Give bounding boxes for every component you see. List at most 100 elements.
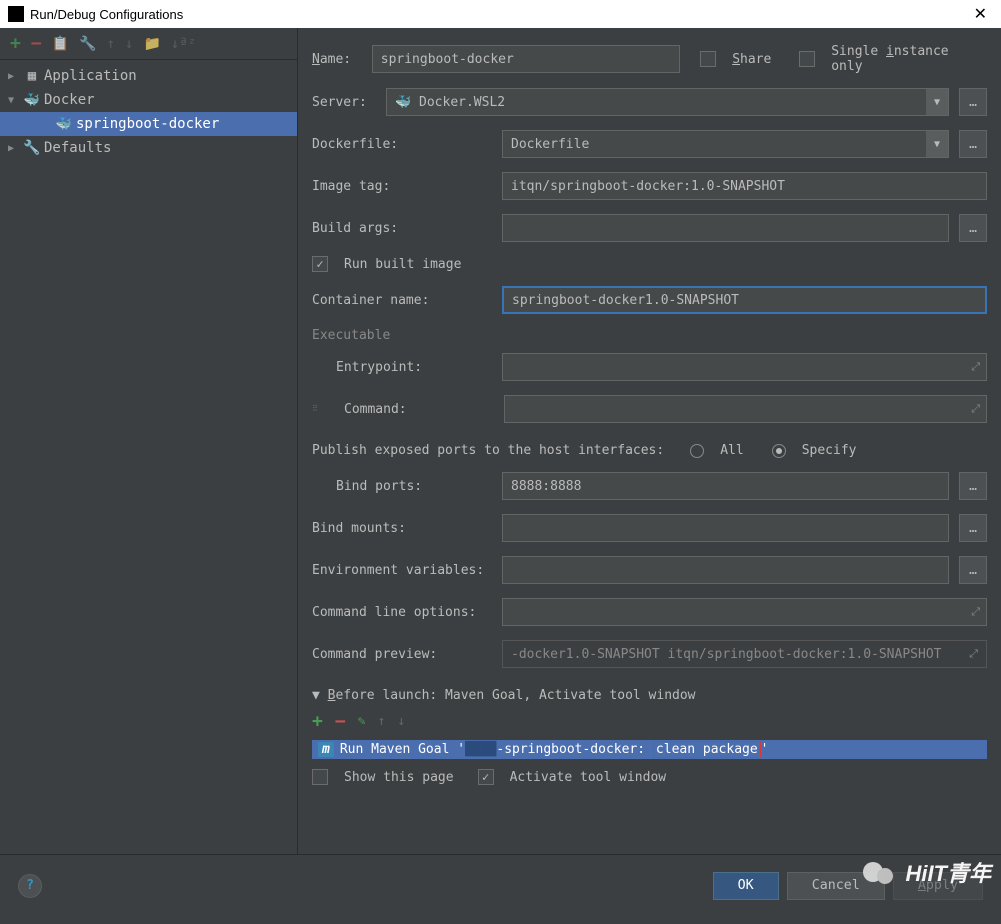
sidebar: + − 📋 🔧 ↑ ↓ 📁 ↓ªᶻ ▶ ▦ Application ▼ 🐳 Do…	[0, 28, 298, 854]
chevron-down-icon: ▼	[8, 95, 20, 106]
window-title: Run/Debug Configurations	[30, 7, 183, 22]
remove-icon[interactable]: −	[31, 33, 42, 54]
content-panel: Name: Share Single instance only Server:…	[298, 28, 1001, 854]
bindports-browse-button[interactable]: …	[959, 472, 987, 500]
before-launch-toolbar: + − ✎ ↑ ↓	[312, 703, 987, 740]
down-icon[interactable]: ↓	[397, 714, 405, 729]
activate-label[interactable]: Activate tool window	[510, 770, 667, 785]
container-label: Container name:	[312, 293, 492, 308]
all-radio[interactable]	[690, 444, 704, 458]
share-label[interactable]: Share	[732, 52, 771, 67]
application-icon: ▦	[24, 68, 40, 84]
add-icon[interactable]: +	[10, 33, 21, 54]
up-icon[interactable]: ↑	[107, 36, 115, 52]
imagetag-input[interactable]	[502, 172, 987, 200]
tree-label: springboot-docker	[76, 116, 219, 132]
docker-icon: 🐳	[56, 116, 72, 132]
envvars-browse-button[interactable]: …	[959, 556, 987, 584]
bindmounts-browse-button[interactable]: …	[959, 514, 987, 542]
ok-button[interactable]: OK	[713, 872, 779, 900]
entrypoint-input[interactable]: ⤢	[502, 353, 987, 381]
title-bar: Run/Debug Configurations ✕	[0, 0, 1001, 28]
wrench-icon[interactable]: 🔧	[79, 36, 96, 52]
tree-label: Defaults	[44, 140, 111, 156]
up-icon[interactable]: ↑	[378, 714, 386, 729]
dockerfile-browse-button[interactable]: …	[959, 130, 987, 158]
before-launch-header[interactable]: ▼ Before launch: Maven Goal, Activate to…	[312, 688, 987, 703]
executable-section: Executable	[312, 328, 987, 343]
watermark-icon	[863, 858, 899, 886]
copy-icon[interactable]: 📋	[52, 36, 69, 52]
command-label: Command:	[330, 402, 494, 417]
watermark: HiIT青年	[863, 856, 991, 888]
bl-text: Run Maven Goal '████-springboot-docker: …	[340, 742, 769, 757]
remove-icon[interactable]: −	[335, 711, 346, 732]
dockerfile-value: Dockerfile	[511, 137, 589, 152]
cmdpreview-value: -docker1.0-SNAPSHOT itqn/springboot-dock…	[511, 647, 941, 662]
command-input[interactable]: ⤢	[504, 395, 987, 423]
tree-application[interactable]: ▶ ▦ Application	[0, 64, 297, 88]
showpage-label[interactable]: Show this page	[344, 770, 454, 785]
name-label: Name:	[312, 52, 362, 67]
sidebar-toolbar: + − 📋 🔧 ↑ ↓ 📁 ↓ªᶻ	[0, 28, 297, 60]
cmdopts-input[interactable]: ⤢	[502, 598, 987, 626]
activate-checkbox[interactable]	[478, 769, 494, 785]
publish-label: Publish exposed ports to the host interf…	[312, 443, 664, 458]
help-button[interactable]: ?	[18, 874, 42, 898]
docker-icon: 🐳	[24, 92, 40, 108]
server-select[interactable]: 🐳 Docker.WSL2 ▼	[386, 88, 949, 116]
sort-icon[interactable]: ↓ªᶻ	[171, 36, 196, 52]
cmdopts-label: Command line options:	[312, 605, 492, 620]
specify-radio[interactable]	[772, 444, 786, 458]
bindports-label: Bind ports:	[312, 479, 492, 494]
expand-icon: ⤢	[971, 360, 980, 374]
chevron-down-icon: ▼	[926, 89, 948, 115]
expand-icon[interactable]: ⤢	[969, 647, 978, 661]
imagetag-label: Image tag:	[312, 179, 492, 194]
bindmounts-input[interactable]	[502, 514, 949, 542]
envvars-input[interactable]	[502, 556, 949, 584]
edit-icon[interactable]: ✎	[358, 714, 366, 729]
dockerfile-select[interactable]: Dockerfile ▼	[502, 130, 949, 158]
folder-icon[interactable]: 📁	[143, 36, 160, 52]
expand-icon: ⤢	[971, 402, 980, 416]
tree-docker[interactable]: ▼ 🐳 Docker	[0, 88, 297, 112]
bindmounts-label: Bind mounts:	[312, 521, 492, 536]
app-icon	[8, 6, 24, 22]
all-label[interactable]: All	[720, 443, 743, 458]
tree-springboot-docker[interactable]: 🐳 springboot-docker	[0, 112, 297, 136]
cmdpreview-field: -docker1.0-SNAPSHOT itqn/springboot-dock…	[502, 640, 987, 668]
chevron-down-icon: ▼	[926, 131, 948, 157]
tree-label: Application	[44, 68, 137, 84]
grip-icon[interactable]: ⠿	[312, 407, 320, 411]
cmdpreview-label: Command preview:	[312, 647, 492, 662]
docker-icon: 🐳	[395, 95, 411, 110]
single-instance-checkbox[interactable]	[799, 51, 815, 67]
name-input[interactable]	[372, 45, 681, 73]
expand-icon: ⤢	[971, 605, 980, 619]
runbuilt-label[interactable]: Run built image	[344, 257, 461, 272]
close-button[interactable]: ✕	[968, 4, 993, 24]
maven-icon: m	[318, 742, 334, 757]
single-instance-label[interactable]: Single instance only	[831, 44, 987, 74]
before-launch-item[interactable]: m Run Maven Goal '████-springboot-docker…	[312, 740, 987, 759]
config-tree: ▶ ▦ Application ▼ 🐳 Docker 🐳 springboot-…	[0, 60, 297, 164]
add-icon[interactable]: +	[312, 711, 323, 732]
buildargs-browse-button[interactable]: …	[959, 214, 987, 242]
entrypoint-label: Entrypoint:	[312, 360, 492, 375]
watermark-text: HiIT青年	[905, 856, 991, 888]
down-icon[interactable]: ↓	[125, 36, 133, 52]
buildargs-input[interactable]	[502, 214, 949, 242]
buildargs-label: Build args:	[312, 221, 492, 236]
chevron-right-icon: ▶	[8, 143, 20, 154]
dockerfile-label: Dockerfile:	[312, 137, 492, 152]
envvars-label: Environment variables:	[312, 563, 492, 578]
bindports-input[interactable]	[502, 472, 949, 500]
server-browse-button[interactable]: …	[959, 88, 987, 116]
showpage-checkbox[interactable]	[312, 769, 328, 785]
runbuilt-checkbox[interactable]	[312, 256, 328, 272]
container-input[interactable]	[502, 286, 987, 314]
share-checkbox[interactable]	[700, 51, 716, 67]
specify-label[interactable]: Specify	[802, 443, 857, 458]
tree-defaults[interactable]: ▶ 🔧 Defaults	[0, 136, 297, 160]
